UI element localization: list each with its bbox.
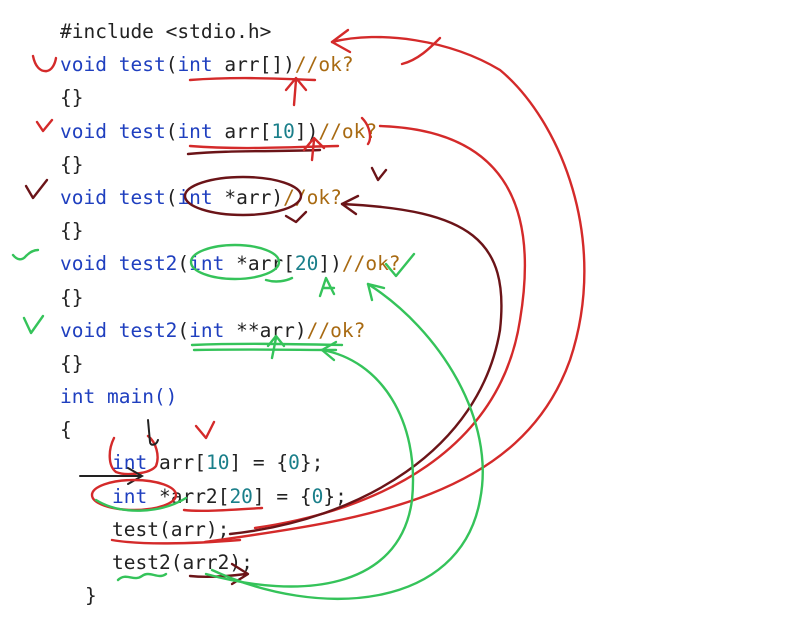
include-directive: #include <stdio.h> xyxy=(60,20,272,43)
code-line-decl-arr2: int *arr2[20] = {0}; xyxy=(60,480,401,513)
comment-ok: //ok? xyxy=(294,53,354,77)
check-mark-red xyxy=(31,54,58,73)
code-line-include: #include <stdio.h> xyxy=(60,15,401,48)
call-test2: test2(arr2); xyxy=(112,551,253,574)
keyword-void: void xyxy=(60,185,107,209)
close-brace: } xyxy=(85,584,97,608)
code-line-test2-pointer-array: void test2(int *arr[20])//ok? xyxy=(60,247,401,280)
keyword-void: void xyxy=(60,119,107,143)
function-name: test xyxy=(118,185,166,209)
keyword-int: int xyxy=(189,252,225,276)
whiteboard-canvas: #include <stdio.h> void test(int arr[])/… xyxy=(0,0,788,637)
bracket-close: ] xyxy=(271,53,284,77)
initializer-end: }; xyxy=(299,451,324,475)
paren-close: ) xyxy=(306,119,319,143)
initializer-value: 0 xyxy=(311,484,324,508)
initializer-value: 0 xyxy=(288,451,300,475)
check-mark-dark xyxy=(24,178,49,200)
code-line-braces: {} xyxy=(60,148,401,181)
brace-pair: {} xyxy=(60,86,84,110)
code-line-test2-double-pointer: void test2(int **arr)//ok? xyxy=(60,314,401,347)
param-name: arr xyxy=(212,53,260,77)
paren-close: ) xyxy=(330,252,342,276)
function-name: test xyxy=(118,119,166,143)
code-line-test-pointer: void test(int *arr)//ok? xyxy=(60,181,401,214)
bracket-open: [ xyxy=(194,451,206,475)
code-line-open-brace: { xyxy=(60,413,401,446)
code-line-decl-arr: int arr[10] = {0}; xyxy=(60,446,401,479)
initializer-end: }; xyxy=(323,484,347,508)
param-name: *arr xyxy=(212,185,272,209)
bracket-close: ] xyxy=(294,119,307,143)
paren-close: ) xyxy=(283,53,295,77)
code-listing: #include <stdio.h> void test(int arr[])/… xyxy=(60,15,401,612)
bracket-close: ] xyxy=(318,252,331,276)
code-line-test-array-empty: void test(int arr[])//ok? xyxy=(60,48,401,81)
bracket-open: [ xyxy=(259,53,272,77)
param-name: arr xyxy=(212,119,260,143)
paren-open: ( xyxy=(177,318,190,342)
code-line-braces: {} xyxy=(60,281,401,314)
code-line-braces: {} xyxy=(60,81,401,114)
param-name: **arr xyxy=(224,318,295,342)
paren-close: ) xyxy=(271,185,284,209)
bracket-close: ] xyxy=(252,484,265,508)
keyword-int: int xyxy=(177,53,213,77)
brace-pair: {} xyxy=(60,351,84,375)
check-mark-red xyxy=(35,118,54,133)
comment-ok: //ok? xyxy=(306,318,366,342)
function-name: test2 xyxy=(118,252,178,276)
function-name: test2 xyxy=(118,318,178,342)
check-mark-green xyxy=(22,314,45,335)
bracket-close: ] xyxy=(229,451,242,475)
var-name: *arr2 xyxy=(147,484,218,508)
paren-close: ) xyxy=(294,318,307,342)
keyword-int: int xyxy=(189,318,225,342)
brace-pair: {} xyxy=(60,285,84,309)
code-line-close-brace: } xyxy=(60,579,401,612)
keyword-int: int xyxy=(112,451,148,475)
keyword-int: int xyxy=(177,185,213,209)
bracket-open: [ xyxy=(217,484,230,508)
keyword-void: void xyxy=(60,252,107,276)
bracket-open: [ xyxy=(259,119,272,143)
var-name: arr xyxy=(147,451,195,475)
code-line-braces: {} xyxy=(60,347,401,380)
code-line-main: int main() xyxy=(60,380,401,413)
code-line-call-test: test(arr); xyxy=(60,513,401,546)
check-mark-green xyxy=(11,248,40,261)
array-size: 20 xyxy=(229,484,253,508)
keyword-void: void xyxy=(60,53,107,77)
open-brace: { xyxy=(60,418,72,442)
bracket-open: [ xyxy=(283,252,295,276)
keyword-int: int xyxy=(60,385,96,409)
check-mark-red xyxy=(400,36,442,66)
paren-open: ( xyxy=(165,53,178,77)
code-line-braces: {} xyxy=(60,214,401,247)
main-signature: main() xyxy=(95,385,178,409)
function-name: test xyxy=(118,53,166,77)
initializer-start: = { xyxy=(241,451,289,475)
code-line-call-test2: test2(arr2); xyxy=(60,546,401,579)
keyword-void: void xyxy=(60,318,107,342)
paren-open: ( xyxy=(177,252,190,276)
param-name: *arr xyxy=(224,252,284,276)
call-test: test(arr); xyxy=(112,517,230,541)
brace-pair: {} xyxy=(60,219,84,243)
initializer-start: = { xyxy=(264,484,312,508)
comment-ok: //ok? xyxy=(318,119,378,143)
paren-open: ( xyxy=(165,119,178,143)
brace-pair: {} xyxy=(60,152,84,176)
keyword-int: int xyxy=(112,484,148,508)
keyword-int: int xyxy=(177,119,213,143)
array-size: 20 xyxy=(294,252,319,276)
comment-ok: //ok? xyxy=(341,252,401,276)
array-size: 10 xyxy=(205,451,230,475)
array-size: 10 xyxy=(271,119,295,143)
comment-ok: //ok? xyxy=(283,185,342,209)
paren-open: ( xyxy=(165,185,178,209)
code-line-test-array-10: void test(int arr[10])//ok? xyxy=(60,115,401,148)
